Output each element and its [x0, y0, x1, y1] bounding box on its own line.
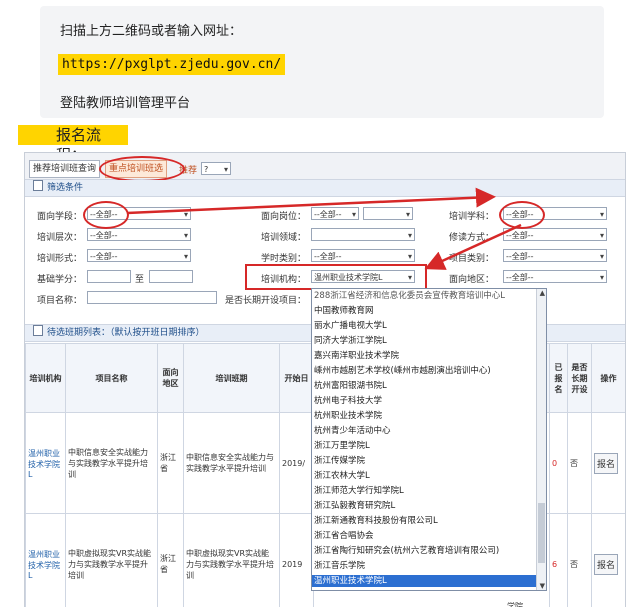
intro-line-login: 登陆教师培训管理平台 [60, 96, 191, 111]
dropdown-option[interactable]: 嵊州市越剧艺术学校(嵊州市越剧演出培训中心) [314, 365, 491, 377]
section-heading: 报名流程： [18, 125, 128, 164]
row-region: 浙江省 [157, 513, 184, 607]
dropdown-option[interactable]: 浙江新通教育科技股份有限公司L [314, 515, 438, 527]
dropdown-option[interactable]: 杭州青少年活动中心 [314, 425, 391, 437]
header-project: 项目名称 [65, 343, 158, 413]
header-longterm: 是否长期开设 [567, 343, 592, 413]
dropdown-option[interactable]: 浙江万里学院L [314, 440, 370, 452]
scroll-down-icon[interactable]: ▼ [540, 582, 545, 590]
row-longterm: 否 [567, 513, 592, 607]
row-start: 2019 [279, 513, 314, 607]
row-start: 2019/ [279, 412, 314, 514]
dropdown-option[interactable]: 嘉兴南洋职业技术学院 [314, 350, 399, 362]
row-enrolled: 6 [549, 513, 568, 607]
dropdown-option[interactable]: 288浙江省经济和信息化委员会宣传教育培训中心L [314, 290, 505, 302]
screenshot-frame: 推荐培训班查询 重点培训班选 推荐 ? 筛选条件 面向学段： --全部-- 面向… [24, 152, 626, 607]
row-class[interactable]: 中职虚拟现实VR实战能力与实践教学水平提升培训 [183, 513, 280, 607]
row-longterm: 否 [567, 412, 592, 514]
dropdown-option[interactable]: 浙江弘毅教育研究院L [314, 500, 395, 512]
document-icon [33, 325, 43, 336]
dropdown-option[interactable]: 杭州富阳银湖书院L [314, 380, 387, 392]
header-start: 开始日 [279, 343, 314, 413]
enroll-button[interactable]: 报名 [594, 452, 619, 474]
row-org[interactable]: 温州职业技术学院L [25, 412, 66, 514]
header-enrolled: 已报名 [549, 343, 568, 413]
header-region: 面向地区 [157, 343, 184, 413]
scroll-thumb[interactable] [538, 503, 545, 563]
arrow-school-to-subject [126, 187, 496, 215]
dropdown-option[interactable]: 中国教师教育网 [314, 305, 374, 317]
enroll-button[interactable]: 报名 [594, 553, 619, 575]
dropdown-option[interactable]: 丽水广播电视大学L [314, 320, 387, 332]
partial-text: 学院 [507, 602, 523, 607]
row-org[interactable]: 温州职业技术学院L [25, 513, 66, 607]
page: 扫描上方二维码或者输入网址： https://pxglpt.zjedu.gov.… [0, 0, 643, 607]
dropdown-option[interactable]: 浙江省合唱协会 [314, 530, 374, 542]
dropdown-option[interactable]: 浙江省陶行知研究会(杭州六艺教育培训有限公司) [314, 545, 499, 557]
org-dropdown-list[interactable]: 288浙江省经济和信息化委员会宣传教育培训中心L 中国教师教育网 丽水广播电视大… [311, 288, 547, 591]
row-project[interactable]: 中职虚拟现实VR实战能力与实践教学水平提升培训 [65, 513, 158, 607]
intro-box: 扫描上方二维码或者输入网址： https://pxglpt.zjedu.gov.… [40, 6, 604, 118]
dropdown-scrollbar[interactable]: ▲ ▼ [536, 289, 546, 590]
intro-url[interactable]: https://pxglpt.zjedu.gov.cn/ [58, 54, 286, 75]
header-org: 培训机构 [25, 343, 66, 413]
header-class: 培训班期 [183, 343, 280, 413]
dropdown-option[interactable]: 浙江农林大学L [314, 470, 370, 482]
dropdown-option[interactable]: 杭州职业技术学院 [314, 410, 382, 422]
list-title: 待选班期列表：（默认按开班日期排序） [47, 328, 205, 338]
scroll-up-icon[interactable]: ▲ [540, 289, 545, 297]
intro-line-scan: 扫描上方二维码或者输入网址： [60, 24, 243, 39]
dropdown-option[interactable]: 浙江师范大学行知学院L [314, 485, 404, 497]
dropdown-option[interactable]: 浙江传媒学院 [314, 455, 365, 467]
dropdown-option[interactable]: 浙江音乐学院 [314, 560, 365, 572]
dropdown-option[interactable]: 同济大学浙江学院L [314, 335, 387, 347]
arrow-subject-to-org [424, 223, 522, 270]
row-class[interactable]: 中职信息安全实战能力与实践教学水平提升培训 [183, 412, 280, 514]
header-action: 操作 [591, 343, 625, 413]
row-enrolled: 0 [549, 412, 568, 514]
row-project[interactable]: 中职信息安全实战能力与实践教学水平提升培训 [65, 412, 158, 514]
dropdown-option-selected[interactable]: 温州职业技术学院L [312, 575, 536, 587]
dropdown-option[interactable]: 杭州电子科技大学 [314, 395, 382, 407]
row-region: 浙江省 [157, 412, 184, 514]
